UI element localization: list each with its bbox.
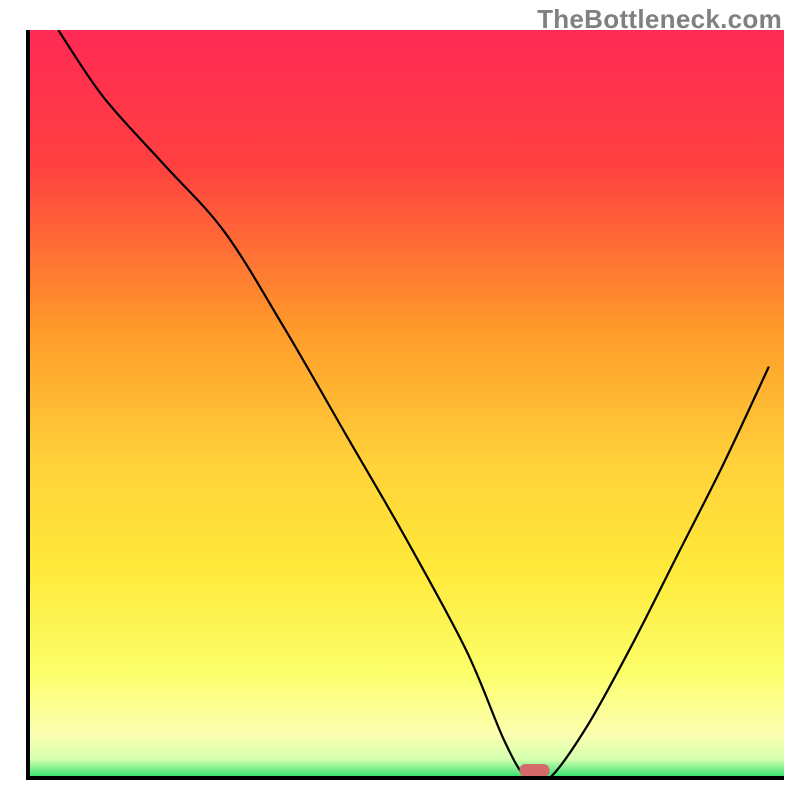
watermark-label: TheBottleneck.com — [537, 4, 782, 35]
bottleneck-chart — [0, 0, 800, 800]
optimum-marker — [520, 764, 550, 777]
chart-background-gradient — [28, 30, 784, 778]
chart-container: TheBottleneck.com — [0, 0, 800, 800]
